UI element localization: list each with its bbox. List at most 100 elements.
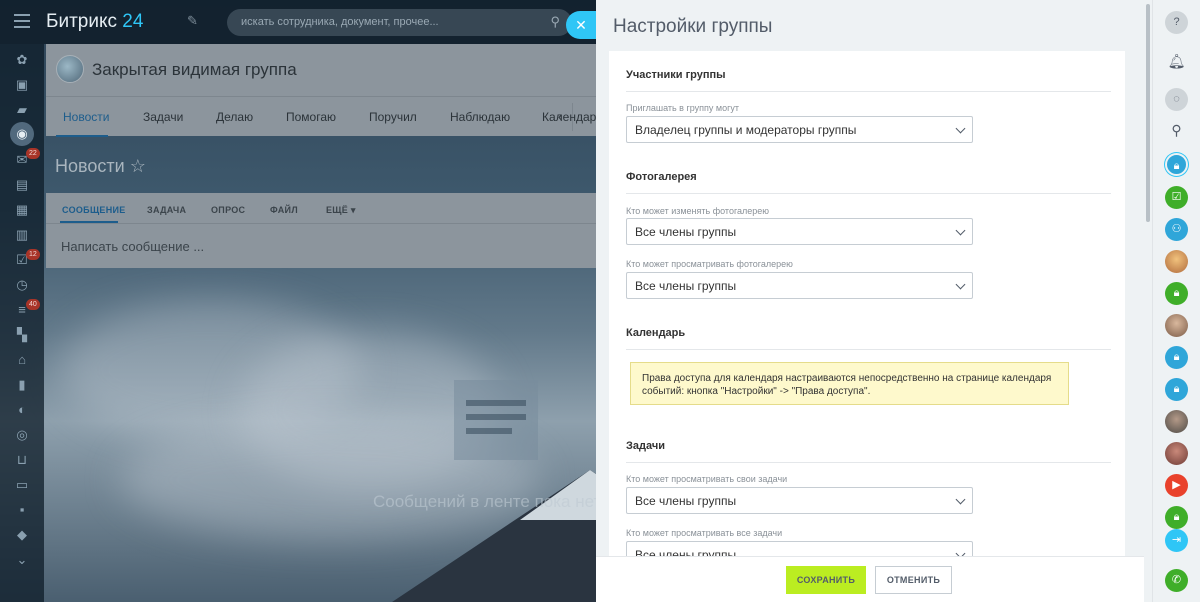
gallery-view-value: Все члены группы bbox=[635, 279, 737, 293]
composer-tab-message[interactable]: СООБЩЕНИЕ bbox=[62, 205, 126, 215]
gallery-view-select[interactable]: Все члены группы bbox=[626, 272, 973, 299]
tasks-view-all-label: Кто может просматривать все задачи bbox=[626, 528, 783, 538]
tasks-view-all-select[interactable]: Все члены группы bbox=[626, 541, 973, 556]
tab-doing[interactable]: Делаю bbox=[216, 110, 253, 124]
sites-icon[interactable]: ◐ bbox=[14, 402, 30, 418]
feed-badge: 40 bbox=[26, 299, 40, 310]
apps-icon[interactable]: ▚ bbox=[14, 327, 30, 343]
close-slider-button[interactable]: ✕ bbox=[566, 11, 596, 39]
more-icon[interactable]: ⌄ bbox=[14, 552, 30, 568]
tasks-view-own-select[interactable]: Все члены группы bbox=[626, 487, 973, 514]
database-icon[interactable]: ◆ bbox=[14, 527, 30, 543]
lock-chat-icon[interactable]: 🔒︎ bbox=[1165, 346, 1188, 369]
gallery-edit-select[interactable]: Все члены группы bbox=[626, 218, 973, 245]
drive-icon[interactable]: ▤ bbox=[14, 177, 30, 193]
chat-icon[interactable]: ▰ bbox=[14, 102, 30, 118]
store-icon[interactable]: ⌂ bbox=[14, 352, 30, 368]
time-icon[interactable]: ◷ bbox=[14, 277, 30, 293]
star-icon[interactable]: ☆ bbox=[130, 156, 146, 176]
panel-scrollbar[interactable] bbox=[1144, 0, 1152, 602]
tasks-view-all-value: Все члены группы bbox=[635, 548, 737, 556]
contact-center-icon[interactable]: ▭ bbox=[14, 477, 30, 493]
section-divider bbox=[626, 91, 1111, 92]
empty-feed-icon bbox=[454, 380, 538, 460]
search-input[interactable]: искать сотрудника, документ, прочее... ⚲ bbox=[227, 9, 572, 36]
chevron-down-icon bbox=[955, 225, 966, 236]
video-call-icon[interactable]: ▶ bbox=[1165, 474, 1188, 497]
invite-select[interactable]: Владелец группы и модераторы группы bbox=[626, 116, 973, 143]
tasks-badge: 12 bbox=[26, 249, 40, 260]
lock-chat-icon[interactable]: 🔒︎ bbox=[1165, 282, 1188, 305]
search-icon[interactable]: ⚲ bbox=[550, 14, 560, 30]
marketing-icon[interactable]: ◎ bbox=[14, 427, 30, 443]
pencil-icon[interactable]: ✎ bbox=[187, 13, 198, 29]
task-chat-icon[interactable]: ☑ bbox=[1165, 186, 1188, 209]
user-avatar[interactable] bbox=[1165, 410, 1188, 433]
lock-chat-icon[interactable]: 🔒︎ bbox=[1165, 378, 1188, 401]
invite-select-value: Владелец группы и модераторы группы bbox=[635, 123, 857, 137]
composer-tab-file[interactable]: ФАЙЛ bbox=[270, 205, 298, 215]
tab-watching[interactable]: Наблюдаю bbox=[450, 110, 510, 124]
menu-icon[interactable] bbox=[14, 14, 30, 28]
section-divider bbox=[626, 462, 1111, 463]
help-icon[interactable]: ? bbox=[1165, 11, 1188, 34]
cancel-button[interactable]: ОТМЕНИТЬ bbox=[875, 566, 952, 594]
logo-number: 24 bbox=[122, 11, 144, 32]
user-avatar[interactable] bbox=[1165, 442, 1188, 465]
phone-icon[interactable]: ✆ bbox=[1165, 569, 1188, 592]
live-feed-icon[interactable]: ✿ bbox=[14, 52, 30, 68]
shop-icon[interactable]: ⊔ bbox=[14, 452, 30, 468]
chevron-down-icon bbox=[955, 279, 966, 290]
logo-brand: Битрикс bbox=[46, 11, 117, 32]
calendar-access-note: Права доступа для календаря настраиваютс… bbox=[630, 362, 1069, 405]
open-line-icon[interactable]: ⇥ bbox=[1165, 529, 1188, 552]
settings-card: Участники группы Приглашать в группу мог… bbox=[609, 51, 1125, 556]
group-avatar[interactable] bbox=[56, 55, 84, 83]
tab-assigned[interactable]: Поручил bbox=[369, 110, 417, 124]
tab-tasks[interactable]: Задачи bbox=[143, 110, 183, 124]
feed-title-text: Новости bbox=[55, 156, 125, 176]
composer-tab-poll[interactable]: ОПРОС bbox=[211, 205, 245, 215]
composer-tab-more[interactable]: ЕЩЁ ▾ bbox=[326, 205, 356, 216]
active-tab-indicator bbox=[56, 135, 108, 137]
group-chat-icon[interactable]: ⚇ bbox=[1165, 218, 1188, 241]
tasks-view-own-label: Кто может просматривать свои задачи bbox=[626, 474, 788, 484]
save-button[interactable]: СОХРАНИТЬ bbox=[786, 566, 866, 594]
lock-chat-icon[interactable]: 🔒︎ bbox=[1165, 153, 1188, 176]
invite-label: Приглашать в группу могут bbox=[626, 103, 739, 113]
tab-helping[interactable]: Помогаю bbox=[286, 110, 336, 124]
post-composer: СООБЩЕНИЕ ЗАДАЧА ОПРОС ФАЙЛ ЕЩЁ ▾ Написа… bbox=[46, 193, 600, 268]
docs-icon[interactable]: ▥ bbox=[14, 227, 30, 243]
section-title-tasks: Задачи bbox=[626, 440, 665, 452]
user-avatar[interactable] bbox=[1165, 250, 1188, 273]
messenger-search-icon[interactable]: ◌ bbox=[1165, 88, 1188, 111]
group-settings-panel: Настройки группы Участники группы Пригла… bbox=[596, 0, 1144, 602]
search-icon[interactable]: ⚲ bbox=[1165, 119, 1188, 142]
lock-chat-icon[interactable]: 🔒︎ bbox=[1165, 506, 1188, 529]
logo[interactable]: Битрикс 24 bbox=[46, 11, 143, 33]
scrollbar-thumb[interactable] bbox=[1146, 4, 1150, 222]
tab-calendar[interactable]: Календарь bbox=[542, 110, 603, 124]
group-header: Закрытая видимая группа Новости Задачи Д… bbox=[46, 44, 603, 137]
feed-icon[interactable]: ▣ bbox=[14, 77, 30, 93]
reports-icon[interactable]: ▮ bbox=[14, 377, 30, 393]
composer-input[interactable]: Написать сообщение ... bbox=[61, 239, 204, 254]
gallery-edit-label: Кто может изменять фотогалерею bbox=[626, 206, 770, 216]
section-title-members: Участники группы bbox=[626, 69, 726, 81]
composer-tab-more-label: ЕЩЁ bbox=[326, 205, 349, 215]
bell-icon[interactable]: 🔔︎ bbox=[1165, 50, 1188, 73]
panel-footer: СОХРАНИТЬ ОТМЕНИТЬ bbox=[596, 556, 1144, 602]
gallery-edit-value: Все члены группы bbox=[635, 225, 737, 239]
tab-news[interactable]: Новости bbox=[63, 110, 109, 124]
empty-feed-text: Сообщений в ленте пока нет bbox=[373, 492, 602, 511]
id-card-icon[interactable]: ▪ bbox=[14, 502, 30, 518]
group-title: Закрытая видимая группа bbox=[92, 60, 297, 79]
calendar-icon[interactable]: ▦ bbox=[14, 202, 30, 218]
right-sidebar: ? 🔔︎ ◌ ⚲ 🔒︎ ☑ ⚇ 🔒︎ 🔒︎ 🔒︎ ▶ 🔒︎ ⇥ ✆ bbox=[1152, 0, 1200, 602]
gallery-view-label: Кто может просматривать фотогалерею bbox=[626, 259, 793, 269]
user-avatar[interactable] bbox=[1165, 314, 1188, 337]
composer-tab-task[interactable]: ЗАДАЧА bbox=[147, 205, 186, 215]
section-divider bbox=[626, 193, 1111, 194]
groups-icon[interactable]: ◉ bbox=[10, 122, 34, 146]
calendar-access-note-text: Права доступа для календаря настраиваютс… bbox=[642, 373, 1052, 397]
